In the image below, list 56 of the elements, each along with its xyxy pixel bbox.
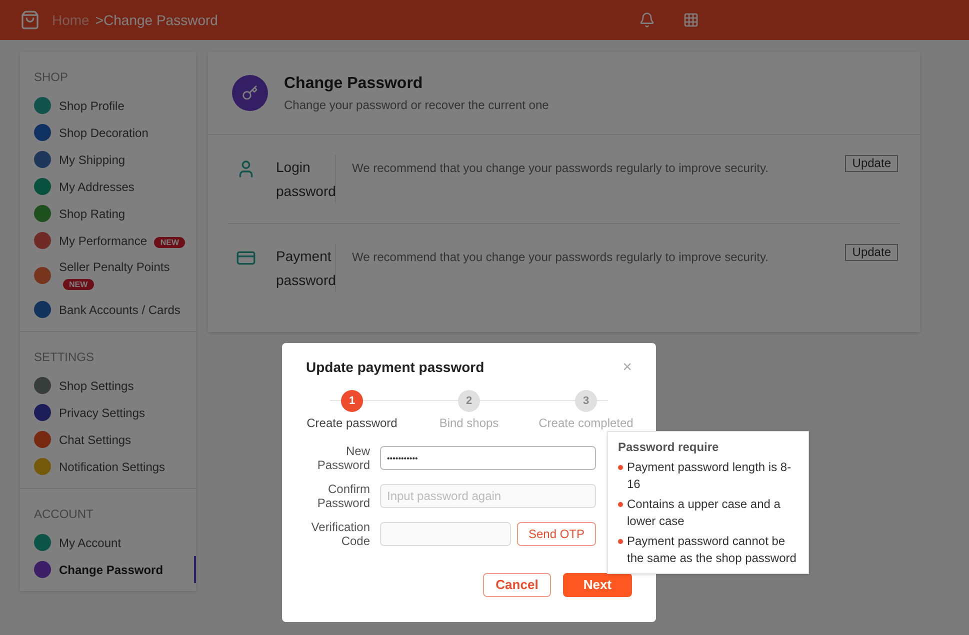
sidebar-item[interactable]: My Shipping xyxy=(20,146,196,173)
sidebar-item[interactable]: Shop Decoration xyxy=(20,119,196,146)
section-title: SETTINGS xyxy=(33,349,96,366)
sidebar-item[interactable]: Privacy Settings xyxy=(20,399,196,426)
row-label: Login password xyxy=(276,155,336,203)
requirement-text: Payment password cannot be the same as the shop password xyxy=(627,533,798,567)
sidebar-item[interactable]: Shop Rating xyxy=(20,200,196,227)
sidebar-item[interactable]: Shop Settings xyxy=(20,372,196,399)
row-description: We recommend that you change your passwords regularly to improve security. xyxy=(352,160,770,177)
requirement-text: Payment password length is 8-16 xyxy=(627,459,792,493)
sidebar-item[interactable]: Notification Settings xyxy=(20,453,196,480)
row-description: We recommend that you change your passwords regularly to improve security. xyxy=(352,249,770,266)
close-button[interactable]: × xyxy=(622,360,632,376)
new-badge: NEW xyxy=(154,236,186,248)
step-number: 2 xyxy=(458,390,480,412)
new-badge: NEW xyxy=(63,279,94,290)
bullet-icon xyxy=(618,502,623,507)
tooltip-title: Password require xyxy=(618,439,720,456)
sidebar-item[interactable]: My Performance NEW xyxy=(20,227,196,254)
code-field[interactable] xyxy=(380,522,511,546)
step-label: Create password xyxy=(306,415,398,432)
step-label: Create completed xyxy=(538,415,634,432)
section-title: SHOP xyxy=(33,69,70,86)
field-label: Confirm Password xyxy=(316,482,370,510)
sidebar-item[interactable]: Bank Accounts / Cards xyxy=(20,296,196,323)
section-title: ACCOUNT xyxy=(33,506,94,523)
sidebar-item[interactable]: Change Password xyxy=(20,556,196,583)
row-label: Payment password xyxy=(276,244,336,292)
step-number: 1 xyxy=(341,390,363,412)
sidebar-item[interactable]: My Addresses xyxy=(20,173,196,200)
next-button[interactable]: Next xyxy=(563,573,632,597)
update-button[interactable]: Update xyxy=(845,244,898,261)
sidebar-item[interactable]: Chat Settings xyxy=(20,426,196,453)
sidebar-item[interactable]: Seller Penalty Points NEW xyxy=(20,254,196,296)
shopping-bag-icon[interactable] xyxy=(20,10,40,30)
update-button[interactable]: Update xyxy=(845,155,898,172)
requirement-text: Contains a upper case and a lower case xyxy=(627,496,782,530)
cancel-button[interactable]: Cancel xyxy=(483,573,551,597)
send-otp-button[interactable]: Send OTP xyxy=(517,522,596,546)
card-subtitle: Change your password or recover the current one xyxy=(284,97,549,114)
bullet-icon xyxy=(618,465,623,470)
grid-icon[interactable] xyxy=(683,12,699,28)
password-field[interactable]: ••••••••••• xyxy=(380,446,596,470)
sidebar-item[interactable]: My Account xyxy=(20,529,196,556)
confirm-field[interactable]: Input password again xyxy=(380,484,596,508)
field-label: Verification Code xyxy=(310,520,370,548)
sidebar-item[interactable]: Shop Profile xyxy=(20,92,196,119)
card-title: Change Password xyxy=(284,74,424,94)
breadcrumb-current: >Change Password xyxy=(95,10,218,30)
field-label: New Password xyxy=(316,444,370,472)
dialog-title: Update payment password xyxy=(306,358,484,377)
bell-icon[interactable] xyxy=(639,12,655,28)
key-icon xyxy=(232,75,268,111)
step-number: 3 xyxy=(575,390,597,412)
step-label: Bind shops xyxy=(439,415,499,432)
bullet-icon xyxy=(618,539,623,544)
